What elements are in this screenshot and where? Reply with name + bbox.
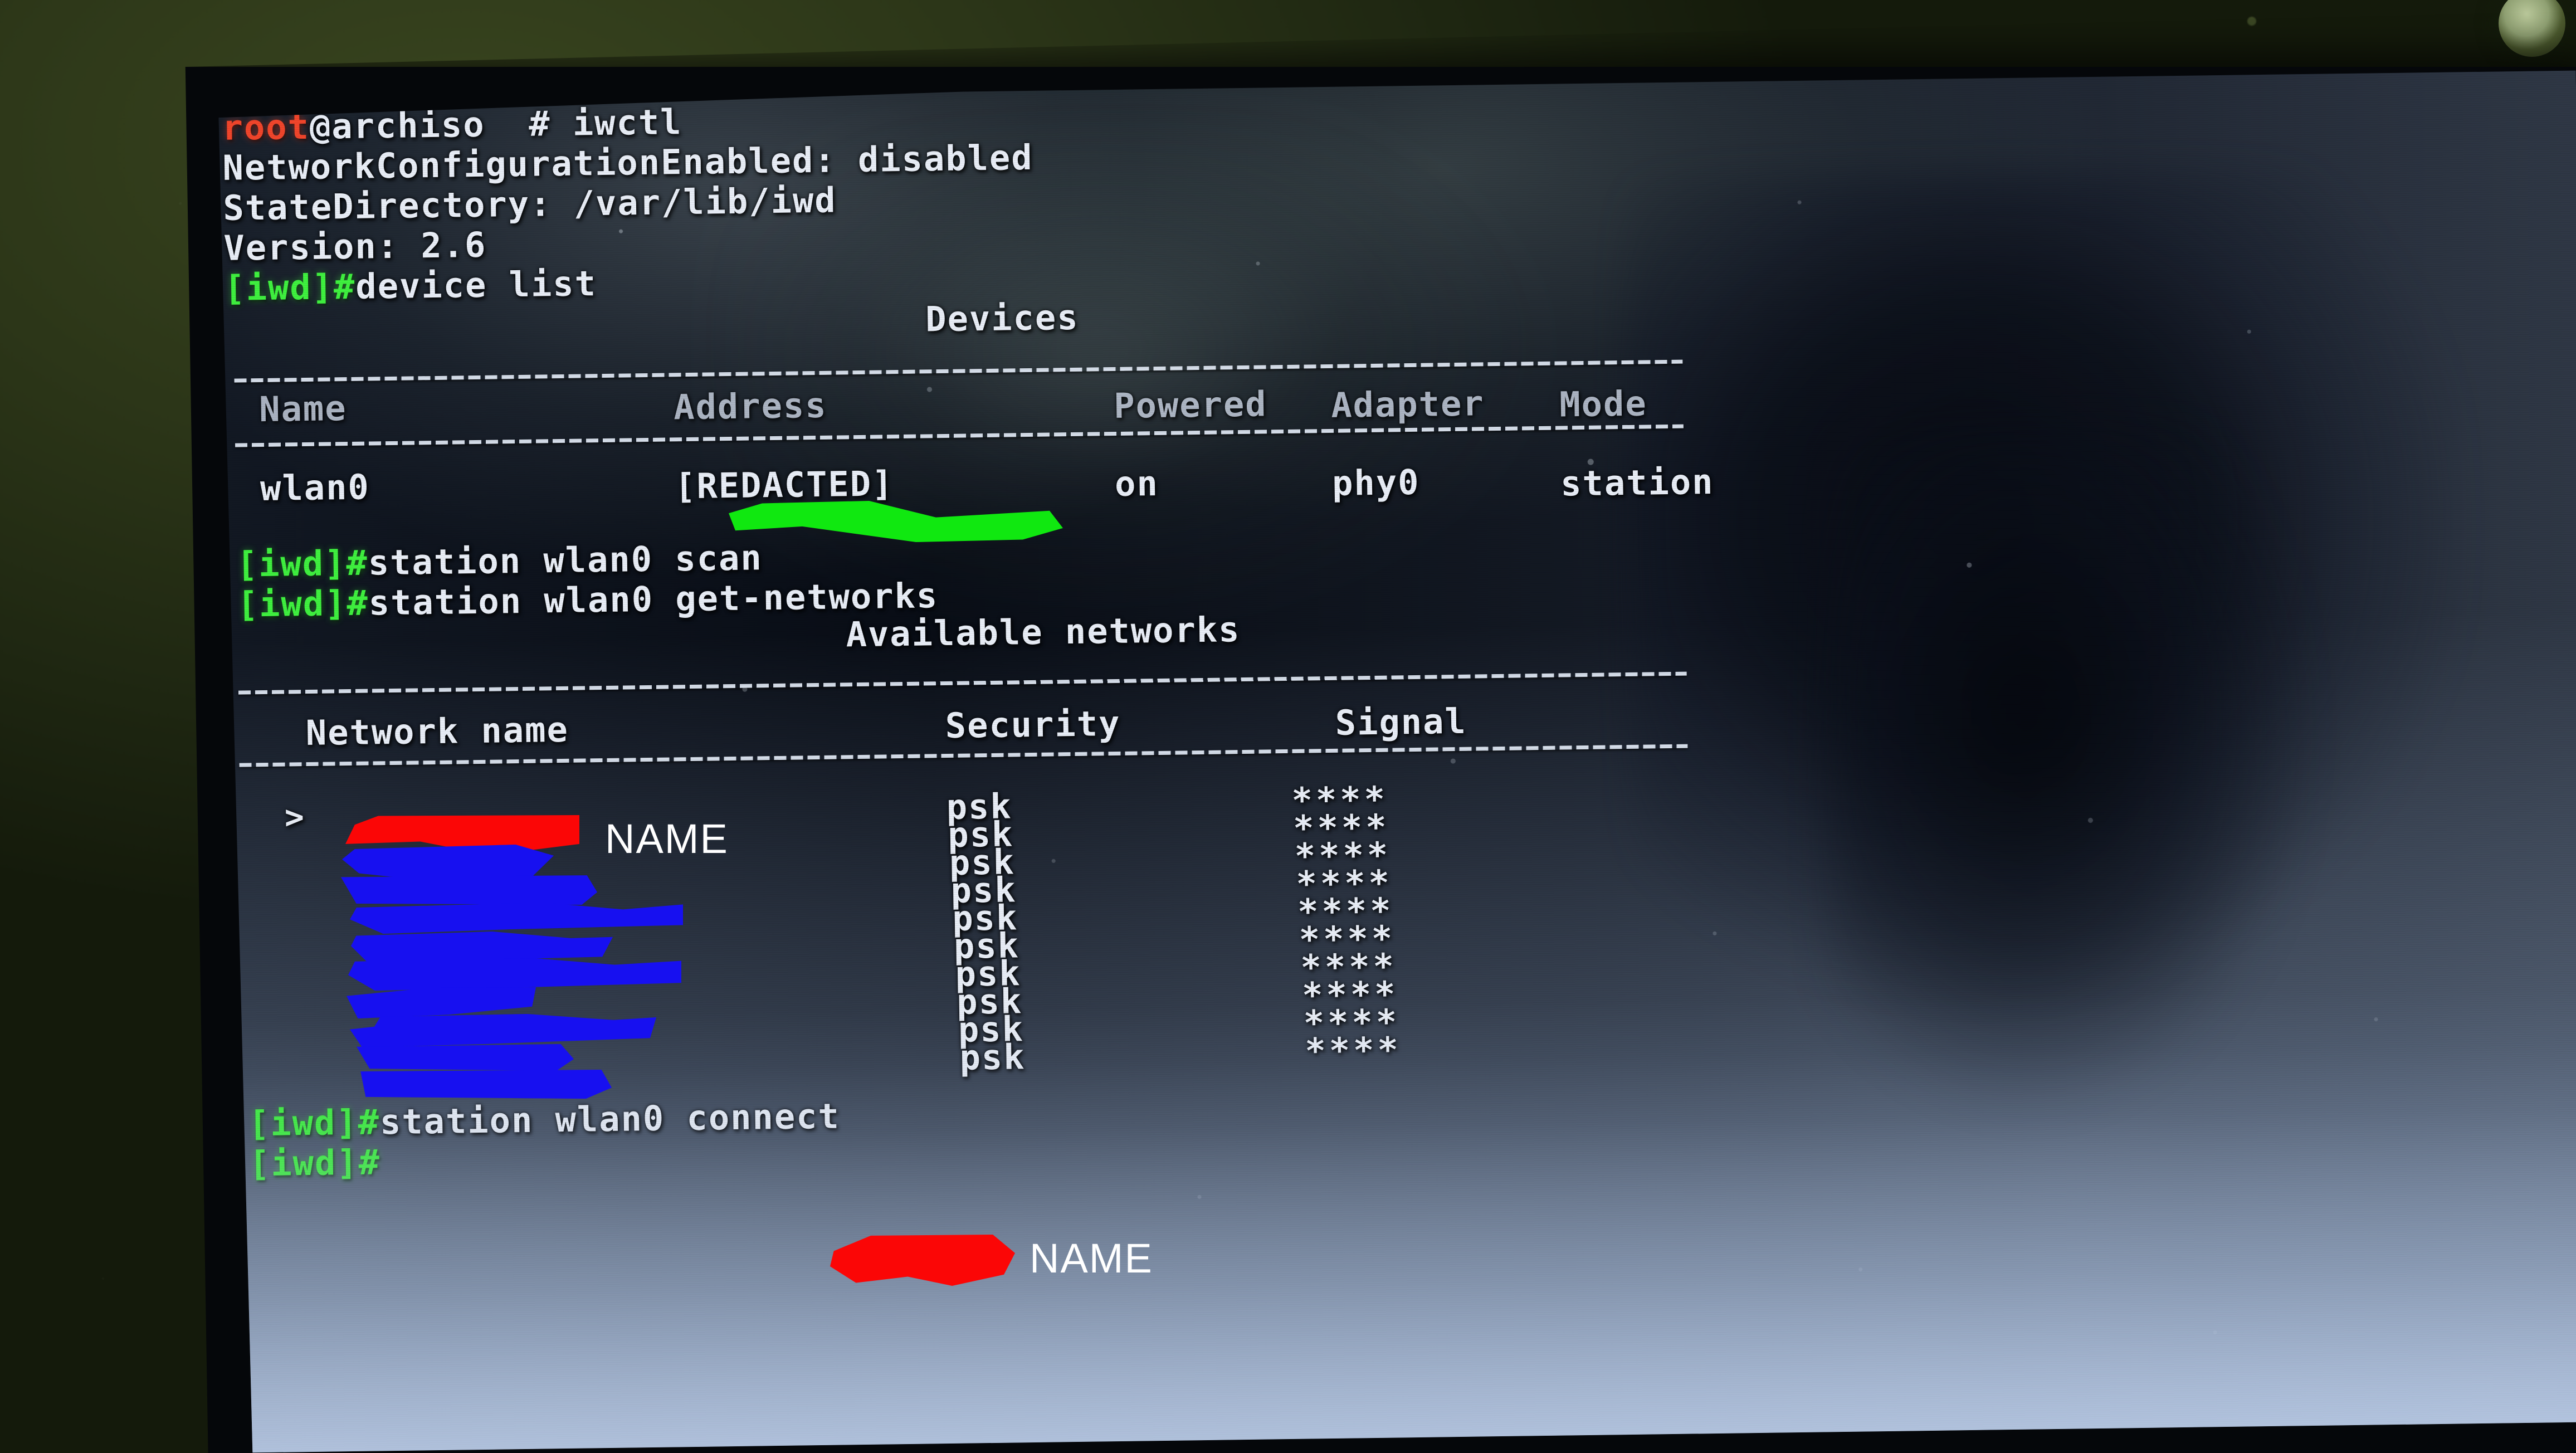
networks-header-signal: Signal: [1335, 700, 1467, 743]
device-row-name: wlan0: [260, 466, 370, 509]
device-row-adapter: phy0: [1331, 461, 1420, 504]
iwd-connect-line: [iwd]#station wlan0 connect: [248, 1096, 841, 1144]
iwd-prompt-final: [iwd]#: [248, 1142, 381, 1184]
iwd-command-scan: station wlan0 scan: [368, 537, 763, 583]
devices-separator-top: [235, 360, 1683, 383]
device-row-powered: on: [1114, 462, 1159, 504]
shell-command: iwctl: [572, 101, 682, 144]
iwd-getnetworks-line: [iwd]#station wlan0 get-networks: [237, 576, 938, 625]
redaction-network-name: [360, 1070, 612, 1099]
iwd-prompt: [iwd]#: [223, 266, 356, 309]
networks-header-security: Security: [945, 703, 1121, 747]
redaction-network-name: [357, 1044, 574, 1071]
networks-header-name: Network name: [305, 709, 569, 754]
wall-speck: [2247, 17, 2256, 26]
iwd-prompt-connect: [iwd]#: [248, 1101, 380, 1144]
annotation-name-networks: NAME: [605, 816, 729, 862]
network-row-signal: ****: [1304, 1029, 1402, 1071]
devices-header-mode: Mode: [1559, 383, 1648, 425]
iwd-prompt-getnetworks: [iwd]#: [237, 582, 369, 625]
iwd-device-list-line: [iwd]#device list: [224, 264, 597, 309]
devices-header-name: Name: [258, 388, 348, 430]
devices-header-adapter: Adapter: [1330, 383, 1485, 426]
prompt-symbol-wrap: # iwctl: [485, 101, 682, 145]
device-row-address: [REDACTED]: [674, 463, 894, 507]
terminal-output[interactable]: root@archiso # iwctl NetworkConfiguratio…: [218, 71, 2576, 1453]
prompt-symbol: #: [528, 103, 551, 144]
iwctl-version-line: Version: 2.6: [223, 224, 487, 269]
device-row-mode: station: [1560, 461, 1714, 504]
iwd-prompt-scan: [iwd]#: [236, 542, 369, 585]
iwctl-statedir-line: StateDirectory: /var/lib/iwd: [223, 179, 837, 228]
iwd-command-devicelist: device list: [355, 263, 597, 307]
redaction-connect-ssid: [830, 1235, 1015, 1286]
networks-table-title: Available networks: [846, 609, 1241, 655]
iwd-final-prompt-line: [iwd]#: [249, 1142, 381, 1184]
devices-header-powered: Powered: [1113, 383, 1268, 427]
laptop-screen: root@archiso # iwctl NetworkConfiguratio…: [218, 71, 2576, 1453]
redaction-network-name: [341, 875, 597, 905]
devices-table-title: Devices: [925, 296, 1079, 340]
devices-separator-bottom: [235, 425, 1684, 447]
networks-separator-top: [238, 672, 1687, 695]
iwd-command-connect: station wlan0 connect: [379, 1095, 841, 1143]
network-connected-marker: >: [284, 798, 306, 836]
network-row-security: psk: [959, 1036, 1026, 1078]
iwd-scan-line: [iwd]#station wlan0 scan: [236, 538, 763, 584]
annotation-name-connect: NAME: [1030, 1235, 1153, 1281]
devices-header-address: Address: [673, 384, 828, 428]
